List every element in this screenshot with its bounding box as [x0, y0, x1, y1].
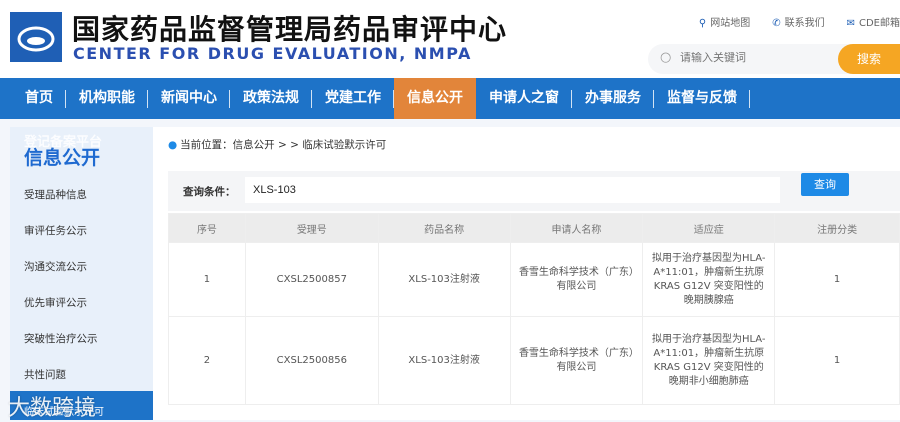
col-header: 受理号	[244, 213, 379, 243]
sitemap-label: 网站地图	[710, 18, 751, 29]
sidebar-item[interactable]: 共性问题	[24, 367, 66, 382]
mail-icon: ✉	[846, 18, 855, 29]
table-row: 1 CXSL2500857 XLS-103注射液 香雪生命科学技术（广东）有限公…	[168, 242, 900, 317]
search-button[interactable]: 搜索	[838, 44, 900, 74]
col-header: 药品名称	[377, 213, 511, 243]
phone-icon: ✆	[772, 18, 781, 29]
contact-link[interactable]: ✆ 联系我们	[772, 14, 824, 29]
cell-acceptance-no: CXSL2500857	[244, 242, 379, 317]
location-icon: ●	[168, 139, 178, 151]
sidebar-item[interactable]: 审评任务公示	[24, 223, 87, 238]
breadcrumb: ● 当前位置：信息公开 > > 临床试验默示许可	[168, 137, 386, 152]
cde-logo[interactable]	[10, 12, 62, 62]
site-title-en: CENTER FOR DRUG EVALUATION, NMPA	[73, 44, 472, 63]
breadcrumb-text: 当前位置：信息公开 > > 临床试验默示许可	[180, 139, 387, 151]
cell-class: 1	[774, 242, 900, 317]
sidebar-item[interactable]: 优先审评公示	[24, 295, 87, 310]
cell-drug-name: XLS-103注射液	[377, 242, 511, 317]
content-panel: ●当前位置：信息公开 > > 临床试验默示许可 查询条件： 查询 序号 受理号 …	[153, 127, 900, 420]
sidebar: 登记备案平台 信息公开 受理品种信息 审评任务公示 沟通交流公示 优先审评公示 …	[10, 127, 153, 420]
site-header: 国家药品监督管理局药品审评中心 CENTER FOR DRUG EVALUATI…	[0, 0, 900, 78]
cell-indication: 拟用于治疗基因型为HLA-A*11:01，肿瘤新生抗原KRAS G12V 突变阳…	[642, 242, 776, 317]
nav-applicant[interactable]: 申请人之窗	[476, 78, 572, 119]
col-header: 申请人名称	[509, 213, 644, 243]
query-label: 查询条件：	[183, 186, 236, 198]
cell-seq: 1	[168, 242, 246, 317]
map-pin-icon: ⚲	[698, 18, 707, 29]
col-header: 适应症	[642, 213, 776, 243]
sidebar-item[interactable]: 受理品种信息	[24, 187, 87, 202]
contact-label: 联系我们	[784, 18, 825, 29]
sitemap-link[interactable]: ⚲ 网站地图	[699, 14, 750, 29]
main-nav: 首页 机构职能 新闻中心 政策法规 党建工作 信息公开 申请人之窗 办事服务 监…	[0, 78, 900, 119]
nav-info-disclosure[interactable]: 信息公开	[394, 78, 476, 119]
cell-class: 1	[774, 316, 900, 405]
site-search: ○ 搜索	[648, 44, 900, 74]
query-bar: 查询条件： 查询	[168, 171, 900, 211]
cell-indication: 拟用于治疗基因型为HLA-A*11:01，肿瘤新生抗原KRAS G12V 突变阳…	[642, 316, 776, 405]
watermark: 大数跨境	[8, 396, 97, 421]
cell-seq: 2	[168, 316, 246, 405]
table-row: 2 CXSL2500856 XLS-103注射液 香雪生命科学技术（广东）有限公…	[168, 316, 900, 405]
query-button[interactable]: 查询	[801, 173, 849, 196]
col-header: 序号	[168, 213, 246, 243]
col-header: 注册分类	[774, 213, 900, 243]
nav-feedback[interactable]: 监督与反馈	[654, 78, 750, 119]
mail-link[interactable]: ✉ CDE邮箱	[847, 14, 900, 29]
nav-news[interactable]: 新闻中心	[148, 78, 230, 119]
cell-drug-name: XLS-103注射液	[377, 316, 511, 405]
search-icon: ○	[660, 50, 672, 65]
cell-acceptance-no: CXSL2500856	[244, 316, 379, 405]
nav-functions[interactable]: 机构职能	[66, 78, 148, 119]
mail-label: CDE邮箱	[858, 18, 900, 29]
cell-applicant: 香雪生命科学技术（广东）有限公司	[509, 242, 644, 317]
nav-services[interactable]: 办事服务	[572, 78, 654, 119]
site-title: 国家药品监督管理局药品审评中心	[72, 13, 508, 46]
nav-party[interactable]: 党建工作	[312, 78, 394, 119]
sidebar-item[interactable]: 突破性治疗公示	[24, 331, 98, 346]
sidebar-title: 信息公开	[24, 147, 101, 169]
query-input[interactable]	[245, 177, 780, 203]
search-input[interactable]	[680, 52, 822, 64]
nav-policy[interactable]: 政策法规	[230, 78, 312, 119]
sidebar-item[interactable]: 沟通交流公示	[24, 259, 87, 274]
cell-applicant: 香雪生命科学技术（广东）有限公司	[509, 316, 644, 405]
results-table: 序号 受理号 药品名称 申请人名称 适应症 注册分类 1 CXSL2500857…	[168, 213, 900, 405]
nav-home[interactable]: 首页	[12, 78, 66, 119]
